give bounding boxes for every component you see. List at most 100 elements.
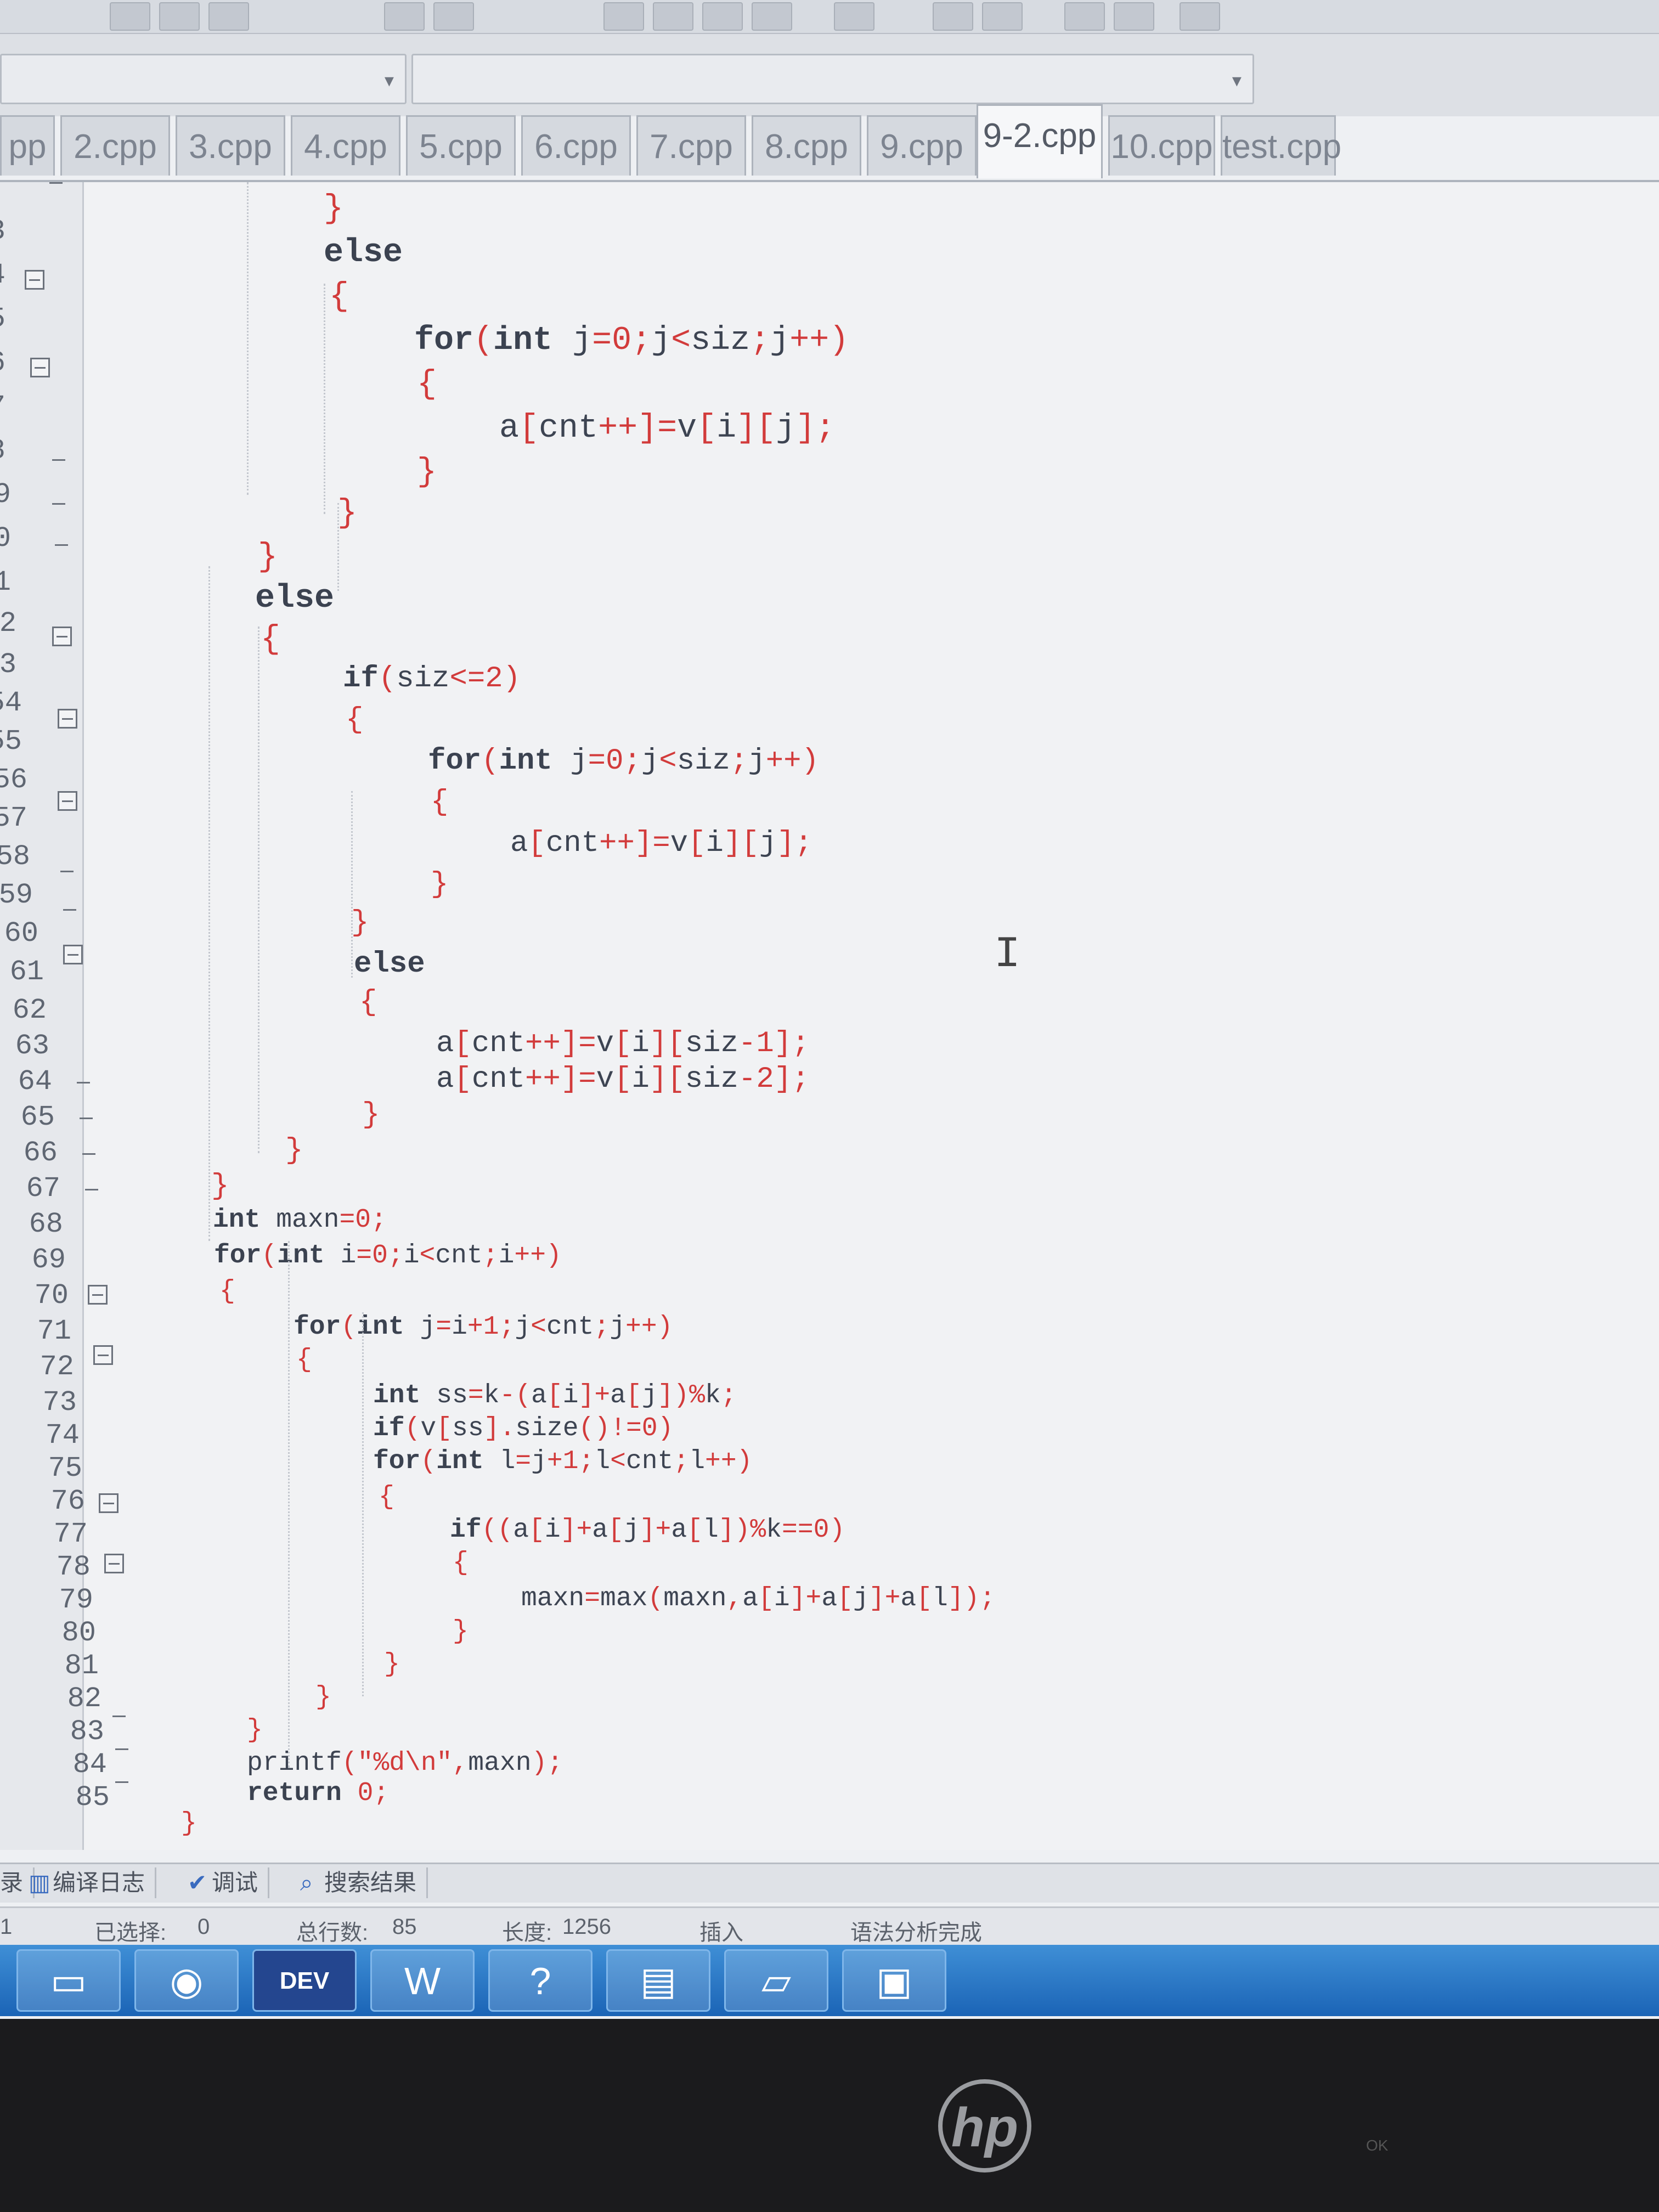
file-explorer-icon[interactable]: ▭ — [16, 1949, 121, 2012]
tab-9-cpp[interactable]: 9.cpp — [867, 115, 977, 176]
fold-toggle-icon[interactable] — [58, 709, 77, 729]
tab-10-cpp[interactable]: 10.cpp — [1108, 115, 1215, 176]
tab-pp[interactable]: pp — [0, 115, 55, 176]
fold-toggle-icon[interactable] — [104, 1554, 124, 1573]
class-dropdown[interactable]: ▾ — [0, 54, 407, 104]
toolbar-button[interactable] — [603, 2, 644, 31]
code-line[interactable]: for(int j=0;j<siz;j++) — [428, 744, 819, 778]
code-line[interactable]: } — [181, 1809, 197, 1838]
status-selected-label: 已选择: — [94, 1921, 167, 1945]
member-dropdown[interactable]: ▾ — [411, 54, 1254, 104]
fold-toggle-icon[interactable] — [58, 791, 77, 811]
code-line[interactable]: if((a[i]+a[j]+a[l])%k==0) — [450, 1515, 845, 1545]
tab-8-cpp[interactable]: 8.cpp — [752, 115, 861, 176]
code-line[interactable]: } — [453, 1617, 469, 1646]
code-line[interactable]: for(int i=0;i<cnt;i++) — [214, 1241, 562, 1271]
tab-debug[interactable]: ✔ 调试 — [181, 1867, 270, 1898]
code-line[interactable]: { — [417, 366, 437, 403]
chrome-icon[interactable]: ◉ — [134, 1949, 239, 2012]
code-line[interactable]: else — [354, 947, 425, 981]
app-icon[interactable]: ▣ — [842, 1949, 946, 2012]
code-line[interactable]: if(v[ss].size()!=0) — [373, 1414, 673, 1443]
toolbar-button[interactable] — [653, 2, 693, 31]
code-line[interactable]: printf("%d\n",maxn); — [247, 1748, 563, 1778]
status-insert-mode: 插入 — [699, 1921, 743, 1945]
code-line[interactable]: { — [329, 278, 349, 315]
code-line[interactable]: a[cnt++]=v[i][siz-2]; — [436, 1063, 810, 1096]
code-line[interactable]: { — [346, 703, 363, 737]
add-icon[interactable] — [1114, 2, 1154, 31]
monitor-ok-label[interactable]: OK — [1366, 2137, 1388, 2154]
tab-3-cpp[interactable]: 3.cpp — [176, 115, 285, 176]
tab-test-cpp[interactable]: test.cpp — [1221, 115, 1341, 176]
code-line[interactable]: } — [247, 1716, 263, 1745]
tab-search-results[interactable]: ⌕ 搜索结果 — [294, 1867, 428, 1898]
notepad-icon[interactable]: ▱ — [724, 1949, 828, 2012]
code-line[interactable]: } — [324, 190, 343, 228]
dev-cpp-icon[interactable]: DEV — [252, 1949, 357, 2012]
code-line[interactable]: { — [219, 1277, 235, 1306]
fold-toggle-icon[interactable] — [25, 270, 44, 290]
toolbar-button[interactable] — [982, 2, 1023, 31]
fold-toggle-icon[interactable] — [88, 1285, 108, 1305]
code-editor[interactable]: 3456784950515253545556575859606162636465… — [0, 182, 1659, 1850]
code-line[interactable]: } — [285, 1134, 303, 1167]
code-line[interactable]: for(int j=i+1;j<cnt;j++) — [294, 1312, 673, 1342]
code-line[interactable]: maxn=max(maxn,a[i]+a[j]+a[l]); — [521, 1584, 995, 1613]
code-line[interactable]: for(int l=j+1;l<cnt;l++) — [373, 1447, 752, 1476]
fold-toggle-icon[interactable] — [93, 1345, 113, 1365]
word-icon[interactable]: W — [370, 1949, 475, 2012]
tab-9-2-cpp[interactable]: 9-2.cpp — [977, 104, 1103, 178]
toolbar-button[interactable] — [159, 2, 200, 31]
tab-compile-log[interactable]: ▥ 编译日志 — [22, 1867, 157, 1898]
dev-cpp-label: DEV — [279, 1967, 330, 1994]
code-line[interactable]: } — [315, 1683, 331, 1712]
fold-toggle-icon[interactable] — [52, 627, 72, 646]
check-syntax-icon[interactable] — [834, 2, 874, 31]
code-line[interactable]: a[cnt++]=v[i][j]; — [499, 410, 835, 447]
fold-toggle-icon[interactable] — [99, 1493, 119, 1513]
code-line[interactable]: { — [296, 1345, 312, 1375]
fold-toggle-icon[interactable] — [63, 945, 83, 964]
code-line[interactable]: { — [359, 986, 377, 1019]
tab-6-cpp[interactable]: 6.cpp — [521, 115, 631, 176]
toolbar-button[interactable] — [110, 2, 150, 31]
code-line[interactable]: int ss=k-(a[i]+a[j])%k; — [373, 1381, 737, 1410]
code-line[interactable]: } — [431, 868, 448, 901]
code-line[interactable]: return 0; — [247, 1779, 389, 1808]
code-line[interactable]: } — [362, 1098, 380, 1132]
help-icon[interactable]: ? — [488, 1949, 592, 2012]
code-line[interactable]: } — [258, 539, 278, 576]
code-line[interactable]: } — [211, 1170, 229, 1203]
toolbar-button[interactable] — [1180, 2, 1220, 31]
toolbar-button[interactable] — [208, 2, 249, 31]
code-line[interactable]: } — [351, 906, 369, 940]
toolbar-button[interactable] — [433, 2, 474, 31]
code-line[interactable]: int maxn=0; — [213, 1205, 387, 1235]
tab-4-cpp[interactable]: 4.cpp — [291, 115, 400, 176]
code-line[interactable]: else — [324, 234, 403, 272]
code-line[interactable]: { — [431, 786, 448, 819]
window-icon[interactable]: ▤ — [606, 1949, 710, 2012]
code-line[interactable]: } — [417, 454, 437, 491]
toolbar-button[interactable] — [1064, 2, 1105, 31]
code-line[interactable]: } — [337, 495, 357, 532]
code-line[interactable]: { — [453, 1548, 469, 1578]
code-line[interactable]: a[cnt++]=v[i][siz-1]; — [436, 1027, 810, 1060]
tab-7-cpp[interactable]: 7.cpp — [636, 115, 746, 176]
check-icon: ✔ — [188, 1870, 207, 1895]
code-line[interactable]: for(int j=0;j<siz;j++) — [414, 322, 849, 359]
toolbar-button[interactable] — [752, 2, 792, 31]
tab-2-cpp[interactable]: 2.cpp — [60, 115, 170, 176]
toolbar-button[interactable] — [384, 2, 425, 31]
fold-toggle-icon[interactable] — [30, 358, 50, 377]
tab-5-cpp[interactable]: 5.cpp — [406, 115, 516, 176]
code-line[interactable]: if(siz<=2) — [343, 662, 521, 696]
code-line[interactable]: else — [255, 580, 334, 617]
code-line[interactable]: { — [261, 621, 280, 658]
toolbar-button[interactable] — [933, 2, 973, 31]
code-line[interactable]: } — [384, 1650, 400, 1679]
code-line[interactable]: { — [379, 1482, 394, 1512]
code-line[interactable]: a[cnt++]=v[i][j]; — [510, 827, 812, 860]
toolbar-button[interactable] — [702, 2, 743, 31]
